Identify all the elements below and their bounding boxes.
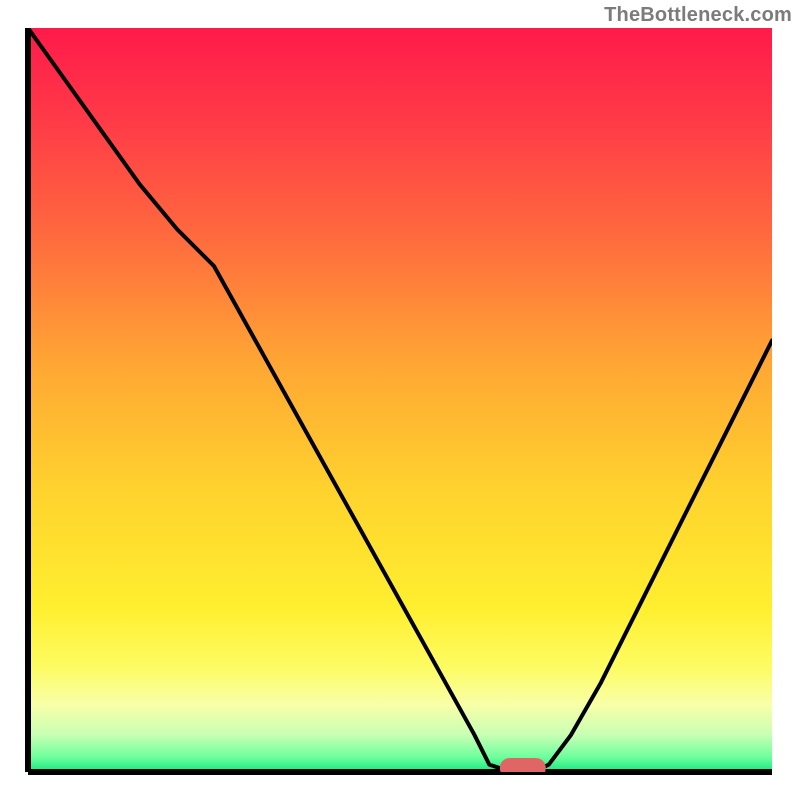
bottleneck-chart-svg: [0, 0, 800, 800]
chart-container: TheBottleneck.com: [0, 0, 800, 800]
chart-background: [28, 28, 772, 772]
